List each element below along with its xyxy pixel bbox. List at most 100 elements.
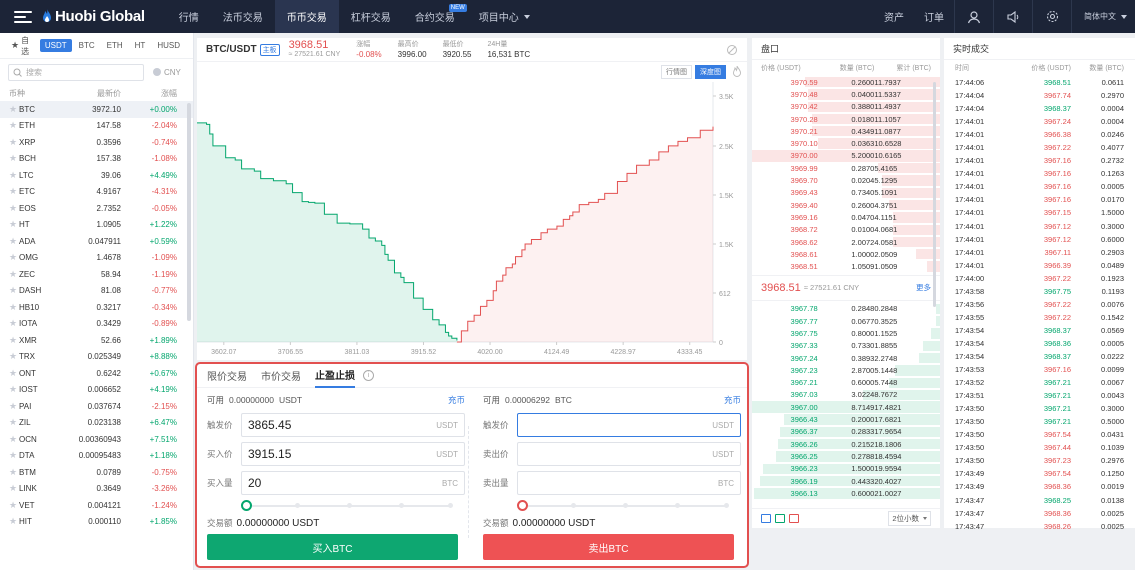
market-tab-3[interactable]: ETH: [102, 39, 128, 52]
order-tab-1[interactable]: 市价交易: [261, 364, 301, 388]
sell-trigger-input[interactable]: USDT: [517, 413, 741, 437]
market-row[interactable]: ★ ONT 0.6242 +0.67%: [0, 365, 193, 382]
bid-row[interactable]: 3966.25 0.2788 18.4594: [752, 450, 940, 462]
sell-button[interactable]: 卖出BTC: [483, 534, 734, 560]
market-row[interactable]: ★ TRX 0.025349 +8.88%: [0, 349, 193, 366]
bid-row[interactable]: 3967.00 8.7149 17.4821: [752, 401, 940, 414]
favorite-star-icon[interactable]: ★: [9, 137, 19, 148]
bid-row[interactable]: 3967.24 0.3893 2.2748: [752, 352, 940, 364]
favorite-star-icon[interactable]: ★: [9, 318, 19, 329]
ask-row[interactable]: 3970.00 5.2000 10.6165: [752, 149, 940, 163]
bid-row[interactable]: 3967.75 0.8000 1.1525: [752, 327, 940, 339]
ask-row[interactable]: 3970.48 0.0400 11.5337: [752, 88, 940, 100]
nav-item-4[interactable]: 合约交易 NEW: [403, 0, 467, 33]
favorite-star-icon[interactable]: ★: [9, 335, 19, 346]
market-row[interactable]: ★ PAI 0.037674 -2.15%: [0, 398, 193, 415]
bid-row[interactable]: 3966.37 0.2833 17.9654: [752, 426, 940, 438]
orders-link[interactable]: 订单: [914, 0, 954, 33]
ask-row[interactable]: 3970.42 0.3880 11.4937: [752, 101, 940, 113]
settings-gear-icon[interactable]: [1033, 0, 1071, 33]
market-row[interactable]: ★ BTM 0.0789 -0.75%: [0, 464, 193, 481]
market-row[interactable]: ★ ZIL 0.023138 +6.47%: [0, 415, 193, 432]
favorite-star-icon[interactable]: ★: [9, 236, 19, 247]
deposit-link[interactable]: 充币: [448, 394, 465, 406]
market-row[interactable]: ★ HB10 0.3217 -0.34%: [0, 299, 193, 316]
bid-row[interactable]: 3967.78 0.2848 0.2848: [752, 303, 940, 315]
market-row[interactable]: ★ LINK 0.3649 -3.26%: [0, 481, 193, 498]
market-row[interactable]: ★ BCH 157.38 -1.08%: [0, 151, 193, 168]
slider-handle[interactable]: [517, 500, 528, 511]
market-row[interactable]: ★ HIT 0.000110 +1.85%: [0, 514, 193, 531]
ask-row[interactable]: 3968.62 2.0072 4.0581: [752, 236, 940, 248]
market-row[interactable]: ★ IOTA 0.3429 -0.89%: [0, 316, 193, 333]
favorite-star-icon[interactable]: ★: [9, 417, 19, 428]
favorite-star-icon[interactable]: ★: [9, 351, 19, 362]
market-tab-4[interactable]: HT: [130, 39, 151, 52]
sell-percent-slider[interactable]: [517, 499, 731, 513]
market-row[interactable]: ★ DASH 81.08 -0.77%: [0, 283, 193, 300]
market-row[interactable]: ★ VET 0.004121 -1.24%: [0, 497, 193, 514]
deposit-link[interactable]: 充币: [724, 394, 741, 406]
ask-row[interactable]: 3970.28 0.0180 11.1057: [752, 113, 940, 125]
market-row[interactable]: ★ OCN 0.00360943 +7.51%: [0, 431, 193, 448]
ask-row[interactable]: 3968.51 1.0509 1.0509: [752, 260, 940, 272]
market-row[interactable]: ★ ZEC 58.94 -1.19%: [0, 266, 193, 283]
order-book-scrollbar[interactable]: [933, 82, 936, 307]
header-coin[interactable]: 币种: [9, 88, 61, 99]
market-row[interactable]: ★ ETC 4.9167 -4.31%: [0, 184, 193, 201]
ask-row[interactable]: 3969.16 0.0470 4.1151: [752, 211, 940, 223]
favorite-star-icon[interactable]: ★: [9, 219, 19, 230]
nav-item-3[interactable]: 杠杆交易: [339, 0, 403, 33]
order-tab-0[interactable]: 限价交易: [207, 364, 247, 388]
favorite-star-icon[interactable]: ★: [9, 302, 19, 313]
bid-row[interactable]: 3966.13 0.6000 21.0027: [752, 487, 940, 499]
market-tab-0[interactable]: ★ 自选: [6, 33, 38, 59]
bids-only-view-icon[interactable]: [775, 514, 785, 523]
market-row[interactable]: ★ ADA 0.047911 +0.59%: [0, 233, 193, 250]
nav-item-2[interactable]: 币币交易: [274, 0, 339, 33]
market-row[interactable]: ★ ETH 147.58 -2.04%: [0, 118, 193, 135]
bid-row[interactable]: 3966.43 0.2000 17.6821: [752, 413, 940, 425]
buy-amount-input[interactable]: 20 BTC: [241, 471, 465, 495]
asks-only-view-icon[interactable]: [789, 514, 799, 523]
nav-item-1[interactable]: 法币交易: [211, 0, 275, 33]
buy-price-input[interactable]: 3915.15 USDT: [241, 442, 465, 466]
ask-row[interactable]: 3968.72 0.0100 4.0681: [752, 224, 940, 236]
more-link[interactable]: 更多: [916, 282, 931, 293]
favorite-star-icon[interactable]: ★: [9, 170, 19, 181]
nav-item-5[interactable]: 项目中心: [467, 0, 542, 33]
sell-amount-input[interactable]: BTC: [517, 471, 741, 495]
ask-row[interactable]: 3968.61 1.0000 2.0509: [752, 248, 940, 260]
favorite-star-icon[interactable]: ★: [9, 450, 19, 461]
sound-icon[interactable]: [994, 0, 1032, 33]
depth-chart[interactable]: 3.5K 2.5K 1.5K 1.5K 612 0 3602.07 3706.55 3811.0…: [197, 74, 747, 360]
header-change[interactable]: 涨幅: [121, 88, 177, 99]
market-row[interactable]: ★ XMR 52.66 +1.89%: [0, 332, 193, 349]
market-tab-2[interactable]: BTC: [74, 39, 100, 52]
bid-row[interactable]: 3967.23 2.8700 5.1448: [752, 364, 940, 376]
favorite-star-icon[interactable]: ★: [9, 252, 19, 263]
favorite-star-icon[interactable]: ★: [9, 104, 19, 115]
bid-row[interactable]: 3967.33 0.7330 1.8855: [752, 340, 940, 352]
logo[interactable]: Huobi Global: [42, 8, 145, 25]
favorite-star-icon[interactable]: ★: [9, 186, 19, 197]
buy-percent-slider[interactable]: [241, 499, 455, 513]
market-row[interactable]: ★ HT 1.0905 +1.22%: [0, 217, 193, 234]
market-row[interactable]: ★ OMG 1.4678 -1.09%: [0, 250, 193, 267]
menu-icon[interactable]: [14, 10, 32, 23]
bid-row[interactable]: 3967.03 3.0224 8.7672: [752, 389, 940, 401]
chart-settings-icon[interactable]: [726, 44, 738, 56]
ask-row[interactable]: 3970.10 0.0363 10.6528: [752, 137, 940, 149]
favorite-star-icon[interactable]: ★: [9, 483, 19, 494]
ask-row[interactable]: 3970.21 0.4349 11.0877: [752, 125, 940, 137]
favorite-star-icon[interactable]: ★: [9, 120, 19, 131]
market-row[interactable]: ★ IOST 0.006652 +4.19%: [0, 382, 193, 399]
bid-row[interactable]: 3966.23 1.5000 19.9594: [752, 463, 940, 475]
bid-row[interactable]: 3966.26 0.2152 18.1806: [752, 438, 940, 450]
sell-price-input[interactable]: USDT: [517, 442, 741, 466]
ask-row[interactable]: 3969.99 0.2870 5.4165: [752, 162, 940, 174]
ask-row[interactable]: 3969.43 0.7340 5.1091: [752, 187, 940, 199]
ask-row[interactable]: 3969.70 0.0204 5.1295: [752, 174, 940, 186]
buy-trigger-input[interactable]: 3865.45 USDT: [241, 413, 465, 437]
assets-link[interactable]: 资产: [874, 0, 914, 33]
